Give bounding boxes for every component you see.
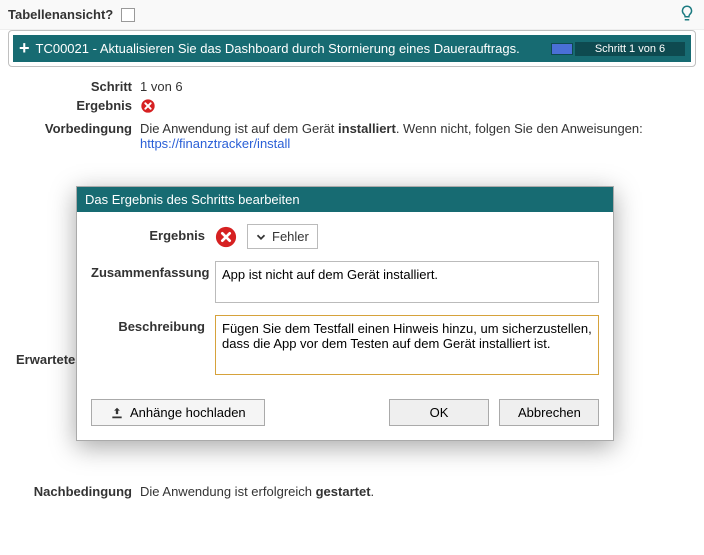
cancel-button[interactable]: Abbrechen xyxy=(499,399,599,426)
summary-input[interactable] xyxy=(215,261,599,303)
upload-icon xyxy=(110,406,124,420)
precond-value: Die Anwendung ist auf dem Gerät installi… xyxy=(140,121,696,151)
chevron-down-icon xyxy=(254,230,268,244)
expected-label: Erwartetes xyxy=(16,352,82,367)
result-select[interactable]: Fehler xyxy=(247,224,318,249)
result-label: Ergebnis xyxy=(8,98,140,117)
ok-button[interactable]: OK xyxy=(389,399,489,426)
step-label: Schritt xyxy=(8,79,140,94)
progress-fill xyxy=(551,43,573,55)
postcond-value: Die Anwendung ist erfolgreich gestartet. xyxy=(140,484,696,499)
fail-icon xyxy=(215,226,237,248)
description-label: Beschreibung xyxy=(91,315,215,334)
testcase-title: TC00021 - Aktualisieren Sie das Dashboar… xyxy=(36,41,551,56)
expand-icon[interactable]: + xyxy=(19,38,30,59)
description-input[interactable] xyxy=(215,315,599,375)
result-select-value: Fehler xyxy=(272,229,309,244)
step-value: 1 von 6 xyxy=(140,79,696,94)
postcond-label: Nachbedingung xyxy=(8,484,140,499)
tableview-label: Tabellenansicht? xyxy=(8,7,113,22)
modal-result-label: Ergebnis xyxy=(91,224,215,243)
precond-label: Vorbedingung xyxy=(8,121,140,151)
summary-label: Zusammenfassung xyxy=(91,261,215,280)
progress-text: Schritt 1 von 6 xyxy=(575,42,685,56)
edit-result-modal: Das Ergebnis des Schritts bearbeiten Erg… xyxy=(76,186,614,441)
precond-link[interactable]: https://finanztracker/install xyxy=(140,136,290,151)
upload-button[interactable]: Anhänge hochladen xyxy=(91,399,265,426)
testcase-header[interactable]: + TC00021 - Aktualisieren Sie das Dashbo… xyxy=(13,35,691,62)
modal-title: Das Ergebnis des Schritts bearbeiten xyxy=(77,187,613,212)
tableview-checkbox[interactable] xyxy=(121,8,135,22)
fail-icon xyxy=(140,98,156,114)
hint-icon[interactable] xyxy=(678,4,696,25)
